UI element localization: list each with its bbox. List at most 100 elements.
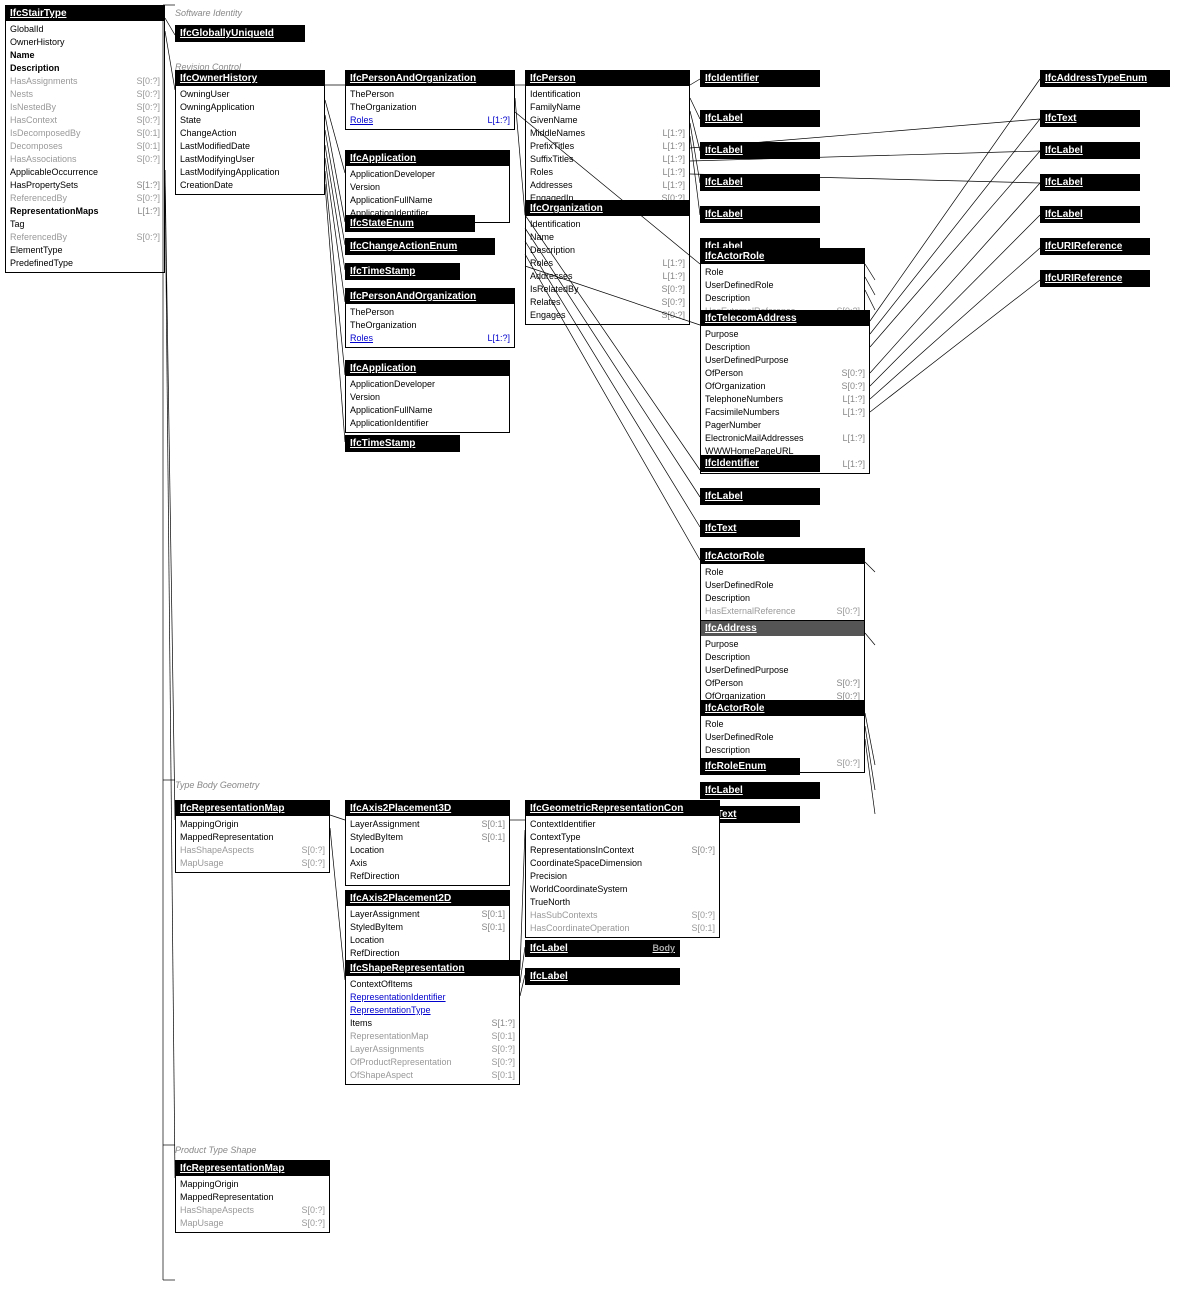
f-org-id: Identification	[530, 218, 685, 231]
box-ifc-label-4: IfcLabel	[700, 174, 820, 191]
field-global-id: GlobalId	[10, 23, 160, 36]
field-predefined-type: PredefinedType	[10, 257, 160, 270]
box-header-ifc-stair-type: IfcStairType	[6, 6, 164, 21]
f-rm2-origin: MappingOrigin	[180, 1178, 325, 1191]
f-app-full-name-1: ApplicationFullName	[350, 194, 505, 207]
f-grc-true-north: TrueNorth	[530, 896, 715, 909]
body-ifc-actor-role-2: Role UserDefinedRole Description HasExte…	[701, 564, 864, 620]
field-applicable-occ: ApplicableOccurrence	[10, 166, 160, 179]
box-ifc-axis2-2d: IfcAxis2Placement2D LayerAssignmentS[0:1…	[345, 890, 510, 963]
body-ifc-rep-map-2: MappingOrigin MappedRepresentation HasSh…	[176, 1176, 329, 1232]
header-ifc-application-2: IfcApplication	[346, 361, 509, 376]
box-ifc-label-10: IfcLabel	[700, 782, 820, 799]
f-ta-email: ElectronicMailAddressesL[1:?]	[705, 432, 865, 445]
f-addr-udp: UserDefinedPurpose	[705, 664, 860, 677]
f-rm1-mapped-rep: MappedRepresentation	[180, 831, 325, 844]
f-a3d-location: Location	[350, 844, 505, 857]
f-sr-rep-map: RepresentationMapS[0:1]	[350, 1030, 515, 1043]
field-is-nested-by: IsNestedByS[0:?]	[10, 101, 160, 114]
box-ifc-text-2: IfcText	[700, 520, 800, 537]
f-prefix-titles: PrefixTitlesL[1:?]	[530, 140, 685, 153]
box-ifc-label-3: IfcLabel	[1040, 142, 1140, 159]
section-software-identity: Software Identity	[175, 8, 242, 18]
f-org-roles: RolesL[1:?]	[530, 257, 685, 270]
box-ifc-rep-map-1: IfcRepresentationMap MappingOrigin Mappe…	[175, 800, 330, 873]
field-has-prop-sets: HasPropertySetsS[1:?]	[10, 179, 160, 192]
body-ifc-rep-map-1: MappingOrigin MappedRepresentation HasSh…	[176, 816, 329, 872]
f-ta-purpose: Purpose	[705, 328, 865, 341]
field-decomposes: DecomposesS[0:1]	[10, 140, 160, 153]
f-ar1-udr: UserDefinedRole	[705, 279, 860, 292]
field-owner-history: OwnerHistory	[10, 36, 160, 49]
header-ifc-label-10: IfcLabel	[701, 783, 819, 798]
f-app-dev-1: ApplicationDeveloper	[350, 168, 505, 181]
box-ifc-label-1: IfcLabel	[700, 110, 820, 127]
field-tag: Tag	[10, 218, 160, 231]
f-ta-desc: Description	[705, 341, 865, 354]
box-ifc-globally-unique-id: IfcGloballyUniqueId	[175, 25, 305, 42]
f-org-engages: EngagesS[0:?]	[530, 309, 685, 322]
box-body-ifc-stair-type: GlobalId OwnerHistory Name Description H…	[6, 21, 164, 272]
field-name: Name	[10, 49, 160, 62]
header-ifc-text-1: IfcText	[1041, 111, 1139, 126]
f-middle-names: MiddleNamesL[1:?]	[530, 127, 685, 140]
f-grc-precision: Precision	[530, 870, 715, 883]
f-last-mod-app: LastModifyingApplication	[180, 166, 320, 179]
box-ifc-address-type-enum: IfcAddressTypeEnum	[1040, 70, 1170, 87]
f-state: State	[180, 114, 320, 127]
header-ifc-person: IfcPerson	[526, 71, 689, 86]
header-ifc-state-enum: IfcStateEnum	[346, 216, 474, 231]
box-ifc-person: IfcPerson Identification FamilyName Give…	[525, 70, 690, 208]
box-ifc-axis2-3d: IfcAxis2Placement3D LayerAssignmentS[0:1…	[345, 800, 510, 886]
box-ifc-owner-history: IfcOwnerHistory OwningUser OwningApplica…	[175, 70, 325, 195]
f-sr-rep-type: RepresentationType	[350, 1004, 515, 1017]
f-the-org: TheOrganization	[350, 101, 510, 114]
f-ar3-udr: UserDefinedRole	[705, 731, 860, 744]
field-has-assignments: HasAssignmentsS[0:?]	[10, 75, 160, 88]
box-ifc-uri-ref-2: IfcURIReference	[1040, 270, 1150, 287]
f-grc-ctx-id: ContextIdentifier	[530, 818, 715, 831]
f-change-action: ChangeAction	[180, 127, 320, 140]
header-ifc-owner-history: IfcOwnerHistory	[176, 71, 324, 86]
f-ar2-udr: UserDefinedRole	[705, 579, 860, 592]
box-ifc-label-body: IfcLabelBody	[525, 940, 680, 957]
f-a3d-axis: Axis	[350, 857, 505, 870]
f-app-id-2: ApplicationIdentifier	[350, 417, 505, 430]
f-the-person: ThePerson	[350, 88, 510, 101]
box-ifc-geom-rep-context: IfcGeometricRepresentationCon ContextIde…	[525, 800, 720, 938]
box-ifc-role-enum-visible: IfcRoleEnum	[700, 758, 800, 775]
f-ta-pager: PagerNumber	[705, 419, 865, 432]
f-grc-wcs: WorldCoordinateSystem	[530, 883, 715, 896]
header-ifc-label-5: IfcLabel	[1041, 175, 1139, 190]
box-ifc-timestamp-1: IfcTimeStamp	[345, 263, 460, 280]
f-family-name: FamilyName	[530, 101, 685, 114]
f-org-name: Name	[530, 231, 685, 244]
f-addr-of-person: OfPersonS[0:?]	[705, 677, 860, 690]
box-ifc-text-1: IfcText	[1040, 110, 1140, 127]
f-owning-app: OwningApplication	[180, 101, 320, 114]
f-sr-items: ItemsS[1:?]	[350, 1017, 515, 1030]
f-last-mod-date: LastModifiedDate	[180, 140, 320, 153]
field-is-decomposed-by: IsDecomposedByS[0:1]	[10, 127, 160, 140]
f-sr-rep-id: RepresentationIdentifier	[350, 991, 515, 1004]
field-has-context: HasContextS[0:?]	[10, 114, 160, 127]
f-rm1-shape-aspects: HasShapeAspectsS[0:?]	[180, 844, 325, 857]
f-the-person-2: ThePerson	[350, 306, 510, 319]
f-a3d-ref-dir: RefDirection	[350, 870, 505, 883]
box-ifc-stair-type: IfcStairType GlobalId OwnerHistory Name …	[5, 5, 165, 273]
box-ifc-telecom-address: IfcTelecomAddress Purpose Description Us…	[700, 310, 870, 474]
header-ifc-rep-map-1: IfcRepresentationMap	[176, 801, 329, 816]
header-ifc-address: IfcAddress	[701, 621, 864, 636]
f-a3d-styled: StyledByItemS[0:1]	[350, 831, 505, 844]
f-ar3-role: Role	[705, 718, 860, 731]
header-ifc-actor-role-1: IfcActorRole	[701, 249, 864, 264]
header-ifc-timestamp-2: IfcTimeStamp	[346, 436, 459, 451]
header-ifc-application-1: IfcApplication	[346, 151, 509, 166]
header-ifc-label-9: IfcLabel	[701, 489, 819, 504]
header-ifc-label-7: IfcLabel	[1041, 207, 1139, 222]
f-org-addresses: AddressesL[1:?]	[530, 270, 685, 283]
body-ifc-telecom-address: Purpose Description UserDefinedPurpose O…	[701, 326, 869, 473]
f-suffix-titles: SuffixTitlesL[1:?]	[530, 153, 685, 166]
box-ifc-timestamp-2: IfcTimeStamp	[345, 435, 460, 452]
f-ar1-desc: Description	[705, 292, 860, 305]
